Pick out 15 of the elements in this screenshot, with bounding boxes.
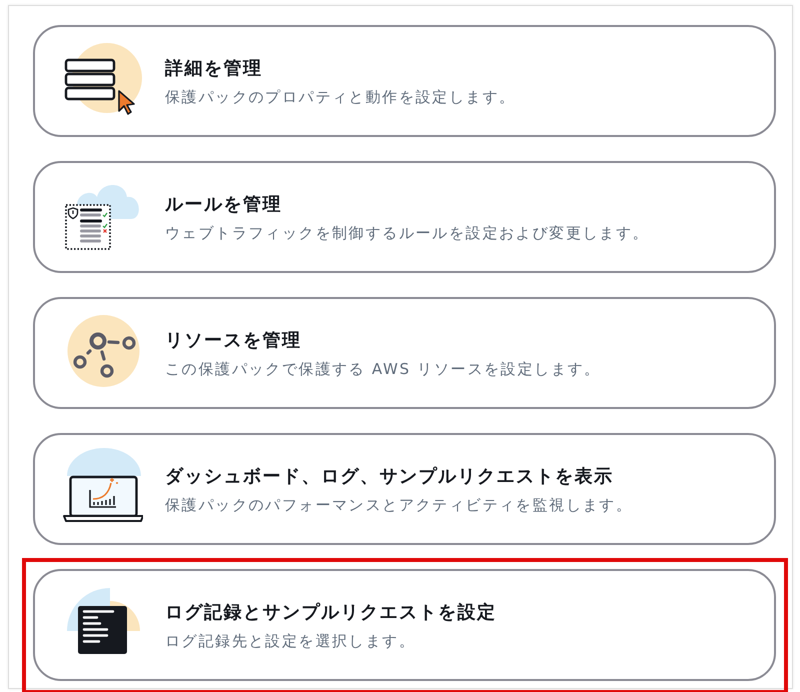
- card-title: 詳細を管理: [165, 56, 264, 80]
- action-card[interactable]: ダッシュボード、ログ、サンプルリクエストを表示 保護パックのパフォーマンスとアクティビティを監視します。: [33, 433, 776, 545]
- card-title: リソースを管理: [165, 328, 302, 352]
- action-card[interactable]: リソースを管理 この保護パックで保護する AWS リソースを設定します。: [33, 297, 776, 409]
- card-description: 保護パックのプロパティと動作を設定します。: [165, 88, 516, 106]
- card-description: ログ記録先と設定を選択します。: [165, 632, 416, 650]
- card-title: ログ記録とサンプルリクエストを設定: [165, 600, 496, 624]
- card-title: ダッシュボード、ログ、サンプルリクエストを表示: [165, 464, 614, 488]
- card-description: ウェブトラフィックを制御するルールを設定および変更します。: [165, 224, 650, 242]
- action-card[interactable]: ルールを管理 ウェブトラフィックを制御するルールを設定および変更します。: [33, 161, 776, 273]
- card-description: 保護パックのパフォーマンスとアクティビティを監視します。: [165, 496, 633, 514]
- card-description: この保護パックで保護する AWS リソースを設定します。: [165, 360, 601, 378]
- action-card[interactable]: ログ記録とサンプルリクエストを設定 ログ記録先と設定を選択します。: [33, 569, 776, 681]
- action-card[interactable]: 詳細を管理 保護パックのプロパティと動作を設定します。: [33, 25, 776, 137]
- card-title: ルールを管理: [165, 192, 283, 216]
